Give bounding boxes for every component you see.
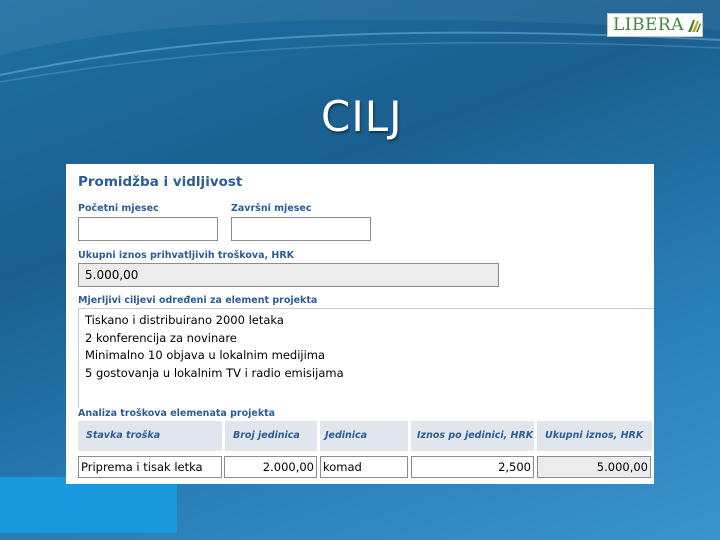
cell-units[interactable]: 2.000,00	[224, 456, 317, 478]
column-header-unit-price: Iznos po jedinici, HRK	[411, 421, 534, 451]
slide-title: CILJ	[321, 92, 403, 141]
total-cost-field[interactable]: 5.000,00	[78, 263, 499, 287]
goals-textarea[interactable]: Tiskano i distribuirano 2000 letaka 2 ko…	[78, 308, 654, 408]
start-month-input[interactable]	[78, 217, 218, 241]
cell-unit[interactable]: komad	[320, 456, 408, 478]
leaf-icon	[688, 20, 701, 32]
end-month-label: Završni mjesec	[231, 203, 312, 214]
decorative-corner-block	[0, 477, 177, 533]
end-month-input[interactable]	[231, 217, 371, 241]
cost-analysis-label: Analiza troškova elemenata projekta	[78, 408, 276, 419]
goals-label: Mjerljivi ciljevi određeni za element pr…	[78, 295, 318, 306]
cell-total[interactable]: 5.000,00	[537, 456, 651, 478]
column-header-total: Ukupni iznos, HRK	[537, 421, 652, 451]
goal-line: 2 konferencija za novinare	[85, 330, 237, 345]
project-form: Promidžba i vidljivost Početni mjesec Za…	[66, 164, 654, 484]
goal-line: Tiskano i distribuirano 2000 letaka	[85, 313, 284, 327]
column-header-item: Stavka troška	[78, 421, 222, 451]
total-cost-label: Ukupni iznos prihvatljivih troškova, HRK	[78, 250, 295, 261]
start-month-label: Početni mjesec	[78, 203, 159, 214]
column-header-units: Broj jedinica	[225, 421, 317, 451]
libera-logo: LIBERA	[607, 13, 703, 37]
cell-item[interactable]: Priprema i tisak letka	[78, 456, 222, 478]
logo-text: LIBERA	[613, 15, 684, 35]
goal-line: 5 gostovanja u lokalnim TV i radio emisi…	[85, 365, 344, 380]
section-title: Promidžba i vidljivost	[78, 174, 243, 190]
goal-line: Minimalno 10 objava u lokalnim medijima	[85, 348, 326, 362]
cell-unit-price[interactable]: 2,500	[411, 456, 534, 478]
column-header-unit: Jedinica	[320, 421, 408, 451]
